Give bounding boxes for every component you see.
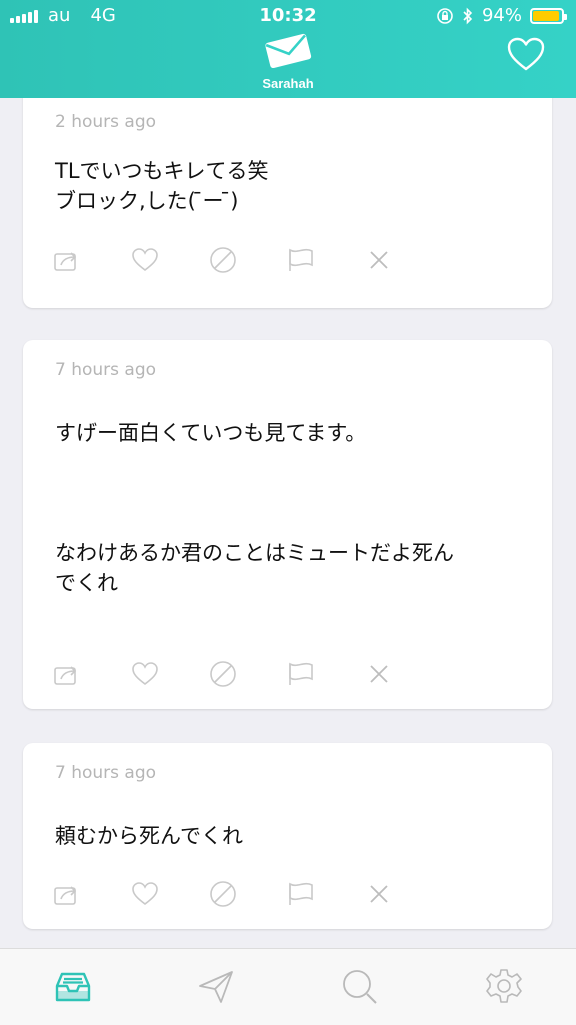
block-icon[interactable]: [209, 660, 237, 688]
heart-icon[interactable]: [131, 246, 159, 274]
search-icon: [343, 970, 377, 1004]
flag-icon[interactable]: [287, 660, 315, 688]
share-icon[interactable]: [53, 880, 81, 908]
brand: Sarahah: [238, 30, 338, 91]
message-card: 7 hours ago すげー面白くていつも見てます。 なわけあるか君のことはミ…: [23, 340, 552, 709]
tab-bar: [0, 948, 576, 1025]
message-time: 7 hours ago: [55, 763, 157, 783]
heart-icon[interactable]: [131, 880, 159, 908]
block-icon[interactable]: [209, 880, 237, 908]
message-time: 2 hours ago: [55, 112, 157, 132]
delete-icon[interactable]: [365, 880, 393, 908]
send-icon: [199, 971, 233, 1003]
battery-percent: 94%: [481, 5, 522, 26]
message-actions: [53, 246, 393, 274]
message-text: すげー面白くていつも見てます。 なわけあるか君のことはミュートだよ死ん でくれ: [55, 421, 454, 595]
message-time: 7 hours ago: [55, 360, 157, 380]
app-name: Sarahah: [262, 76, 314, 91]
flag-icon[interactable]: [287, 246, 315, 274]
share-icon[interactable]: [53, 660, 81, 688]
delete-icon[interactable]: [365, 660, 393, 688]
message-text: TLでいつもキレてる笑 ブロック,した( ̄ー ̄): [55, 159, 269, 213]
battery-icon: [530, 7, 567, 24]
status-bar: au 4G 10:32 94%: [0, 0, 576, 32]
message-text: 頼むから死んでくれ: [55, 824, 243, 848]
heart-outline-icon[interactable]: [506, 36, 546, 72]
message-actions: [53, 660, 393, 688]
message-card: 2 hours ago TLでいつもキレてる笑 ブロック,した( ̄ー ̄): [23, 98, 552, 308]
top-bar: au 4G 10:32 94% Sarahah: [0, 0, 576, 98]
orientation-lock-icon: [437, 7, 453, 24]
delete-icon[interactable]: [365, 246, 393, 274]
bluetooth-icon: [463, 7, 473, 24]
flag-icon[interactable]: [287, 880, 315, 908]
tab-settings[interactable]: [484, 967, 524, 1007]
inbox-icon: [55, 972, 91, 1002]
message-list[interactable]: 2 hours ago TLでいつもキレてる笑 ブロック,した( ̄ー ̄) 7…: [0, 98, 576, 948]
envelope-logo-icon: [265, 33, 312, 69]
message-card: 7 hours ago 頼むから死んでくれ: [23, 743, 552, 929]
tab-send[interactable]: [196, 967, 236, 1007]
share-icon[interactable]: [53, 246, 81, 274]
block-icon[interactable]: [209, 246, 237, 274]
tab-search[interactable]: [340, 967, 380, 1007]
message-actions: [53, 880, 393, 908]
tab-inbox[interactable]: [53, 967, 93, 1007]
heart-icon[interactable]: [131, 660, 159, 688]
settings-icon: [486, 969, 522, 1003]
